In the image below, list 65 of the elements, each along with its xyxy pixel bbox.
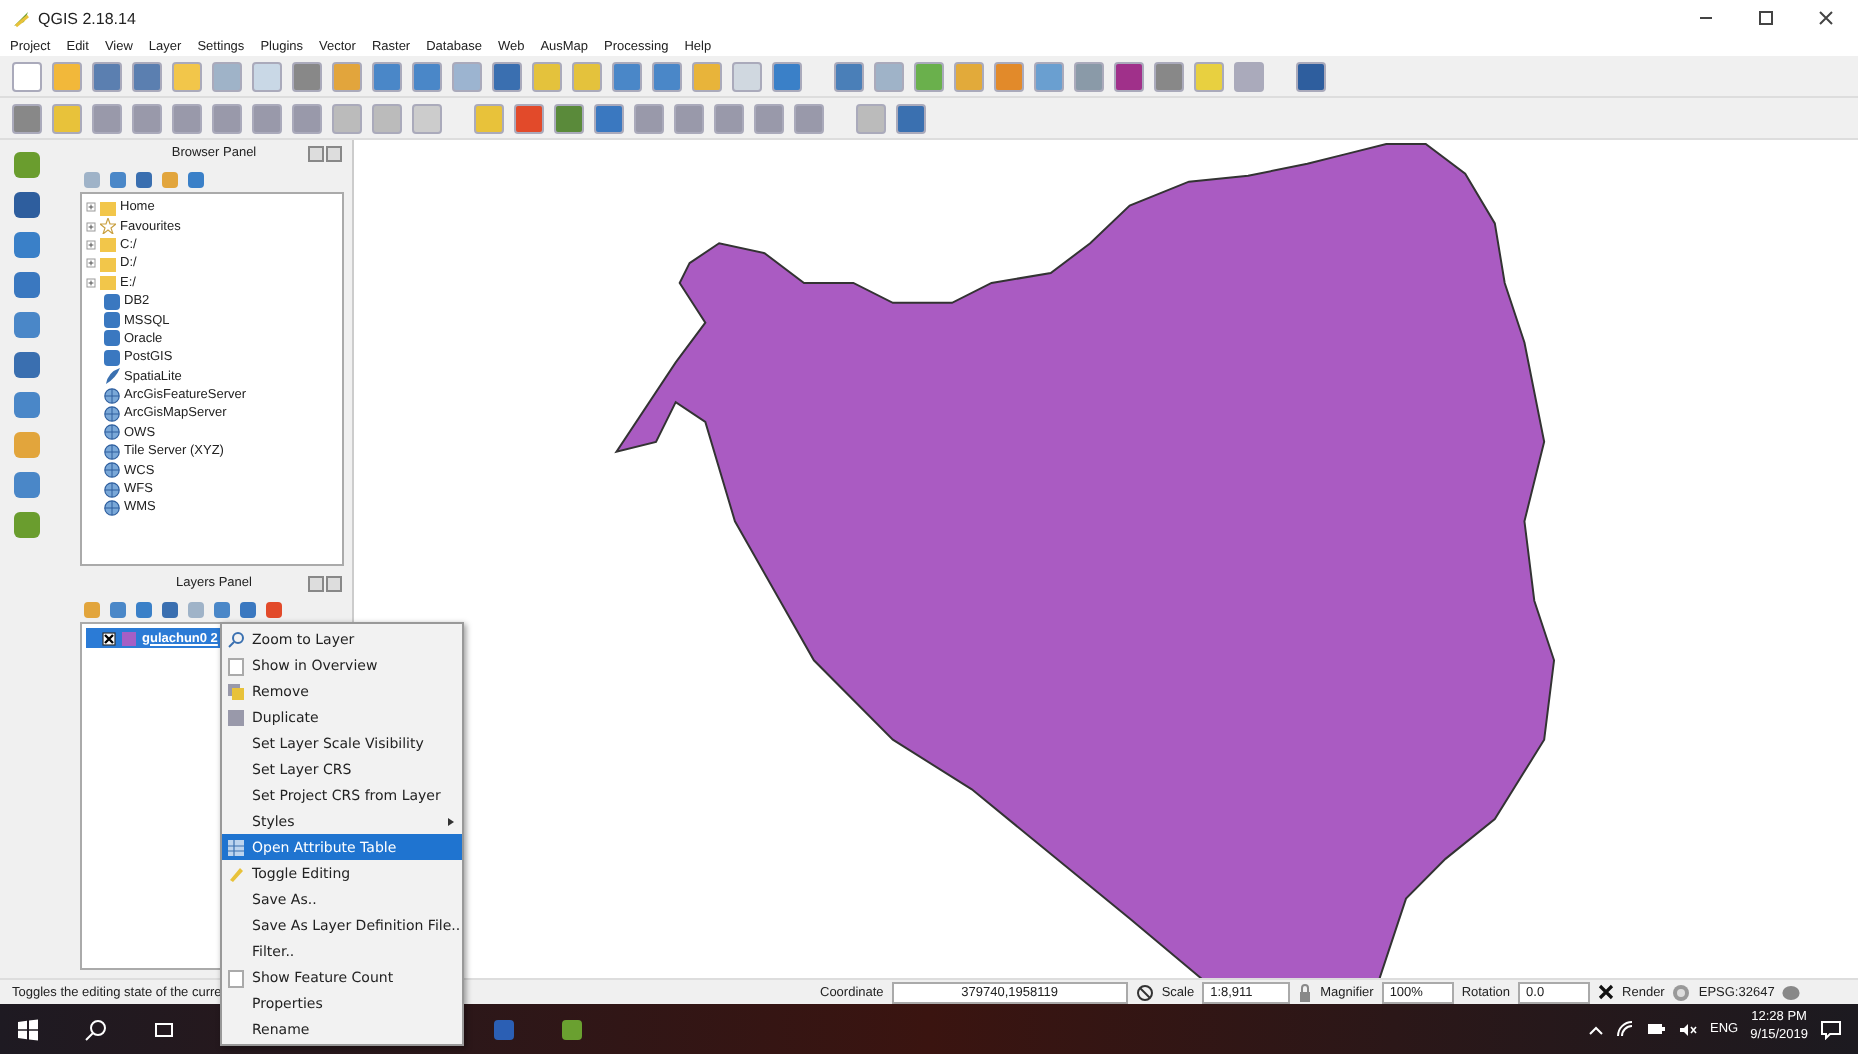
render-checkbox[interactable] (1598, 984, 1615, 1000)
table-icon (228, 839, 244, 855)
chevron-up-icon[interactable] (1587, 1023, 1604, 1035)
toolbar-icon[interactable] (412, 61, 442, 91)
window-title: QGIS 2.18.14 (38, 9, 138, 27)
toolbar-icon[interactable] (1034, 61, 1064, 91)
task-view-icon[interactable] (152, 1017, 176, 1041)
toolbar-icon[interactable] (634, 103, 664, 133)
float-icon[interactable] (308, 146, 324, 162)
submenu-arrow-icon (448, 817, 454, 825)
expand-icon[interactable] (86, 277, 96, 288)
app-logo-icon (12, 9, 30, 27)
toolbar-icon[interactable] (714, 103, 744, 133)
float-icon[interactable] (308, 576, 324, 592)
expand-icon[interactable] (86, 258, 96, 269)
expand-icon[interactable] (86, 221, 96, 232)
zoom-icon (228, 631, 244, 647)
toolbar-icon[interactable] (794, 103, 824, 133)
battery-icon[interactable] (1645, 1022, 1666, 1036)
toolbar-icon[interactable] (292, 103, 322, 133)
toolbar-icon[interactable] (1074, 61, 1104, 91)
toolbar-icon[interactable] (674, 103, 704, 133)
notification-icon[interactable] (1820, 1019, 1842, 1039)
toolbar-icon[interactable] (834, 61, 864, 91)
feather-icon (104, 368, 120, 385)
toolbar-icon[interactable] (132, 61, 162, 91)
remove-icon (228, 683, 244, 699)
toolbar-icon[interactable] (212, 103, 242, 133)
toolbar-icon[interactable] (554, 103, 584, 133)
toolbar-icon[interactable] (594, 103, 624, 133)
toolbar-icon[interactable] (92, 103, 122, 133)
message-icon[interactable] (1782, 983, 1801, 1001)
windows-logo-icon[interactable] (16, 1017, 40, 1041)
wifi-icon[interactable] (1615, 1020, 1634, 1038)
toolbar-icon[interactable] (1296, 61, 1326, 91)
duplicate-icon (228, 709, 244, 725)
star-icon (100, 218, 116, 235)
menu-checkbox[interactable] (228, 969, 244, 987)
toolbar-icon[interactable] (132, 103, 162, 133)
search-icon[interactable] (84, 1017, 108, 1041)
toolbar-icon[interactable] (252, 103, 282, 133)
toolbar-icon[interactable] (896, 103, 926, 133)
toolbar-icon[interactable] (492, 61, 522, 91)
lock-icon[interactable] (1298, 983, 1313, 1001)
toolbar-icon[interactable] (92, 61, 122, 91)
folder-icon (100, 199, 116, 216)
toolbar-icon[interactable] (514, 103, 544, 133)
layer-checkbox[interactable] (102, 631, 116, 645)
close-icon[interactable] (1818, 10, 1834, 26)
toolbar-icon[interactable] (772, 61, 802, 91)
toolbar-icon[interactable] (754, 103, 784, 133)
toolbar-icon[interactable] (12, 103, 42, 133)
toolbar-icon[interactable] (372, 61, 402, 91)
speaker-muted-icon[interactable] (1677, 1021, 1698, 1037)
toolbar-icon[interactable] (172, 103, 202, 133)
maximize-icon[interactable] (1758, 10, 1774, 26)
expand-icon[interactable] (86, 239, 96, 250)
toolbar-icon[interactable] (1114, 61, 1144, 91)
pencil-icon (228, 865, 244, 881)
toolbar-icon[interactable] (1154, 61, 1184, 91)
expand-icon[interactable] (86, 202, 96, 213)
toolbar-icon[interactable] (652, 61, 682, 91)
toolbar-icon[interactable] (292, 61, 322, 91)
toolbar-icon[interactable] (612, 61, 642, 91)
menu-checkbox[interactable] (228, 657, 244, 675)
